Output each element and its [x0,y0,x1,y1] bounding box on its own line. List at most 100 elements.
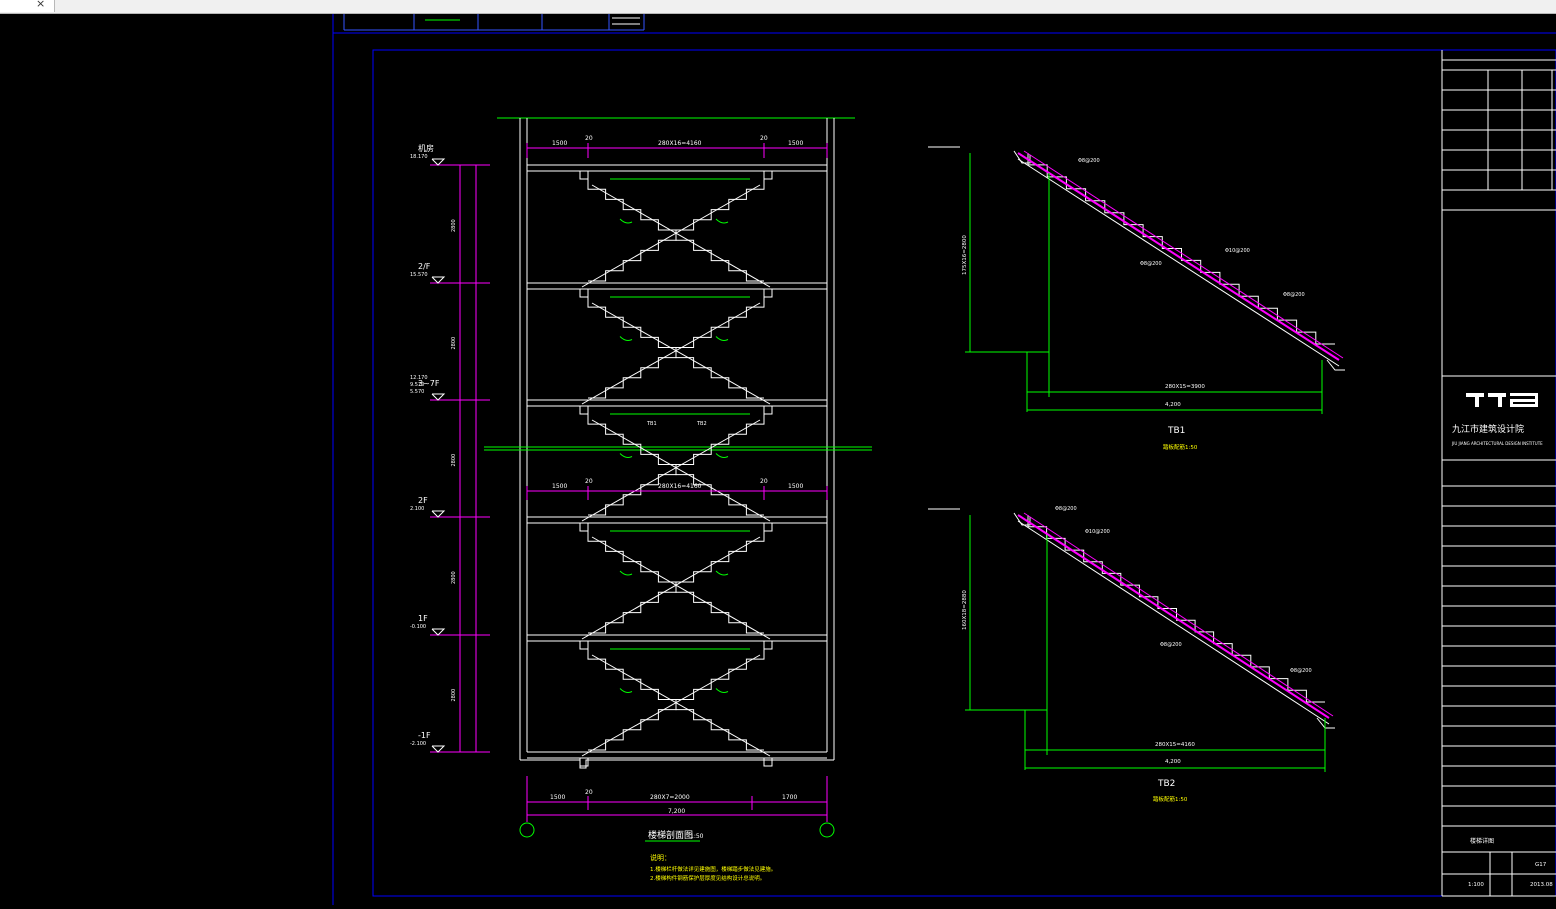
tb2-rebar-1: Φ8@200 [1055,506,1077,512]
steps [1027,153,1335,345]
stair-slab [591,302,771,405]
landing-beam [579,641,589,650]
rebar-tag [619,218,633,224]
steps [1027,515,1325,703]
level-name: -1F [418,731,431,740]
tb2-height-dim: 160X18=2880 [962,590,968,630]
document-tab[interactable]: × [0,0,55,12]
dim-top-3: 280X16=4160 [658,140,702,147]
level-elev: -0.100 [410,624,426,630]
landing-beam [579,406,589,415]
note-1: 1.楼梯栏杆做法详见建施图，楼梯踏步做法见建施。 [650,865,776,873]
level-name: 2F [418,496,428,505]
tb1-rebar-1: Φ8@200 [1078,158,1100,164]
drawing-name: 楼梯详图 [1470,837,1494,845]
rebar-tag [619,453,633,458]
level-name: 1F [418,614,428,623]
level-elev: 18.170 [410,154,428,160]
tb1-detail: TB1 踏板配筋1:50 280X15=3900 4,200 175X16=28… [928,146,1345,451]
landing-beam [579,523,589,532]
stair-label-tb1: TB1 [646,421,657,427]
landing-beam [763,523,773,532]
level-elev: -2.100 [410,741,426,747]
drawing-date: 2013.08 [1530,882,1553,888]
main-rebar [1017,514,1330,719]
height-dim: 2800 [451,454,457,467]
landing-beam [579,171,589,180]
firm-logo [1466,393,1538,407]
level-elev: 5.570 [410,389,424,395]
tb2-rebar-2: Φ10@200 [1085,529,1110,535]
tb2-detail: TB2 踏板配筋1:50 280X15=4160 4,200 160X18=28… [928,506,1335,803]
dim-mid-4: 20 [760,478,768,485]
level-mark [431,510,446,518]
dim-mid-5: 1500 [788,483,803,490]
stair-label-tb2: TB2 [696,421,707,427]
level-elev: 12.170 [410,375,428,381]
level-mark [431,393,446,401]
height-dim: 2800 [451,337,457,350]
stair-slab [581,184,761,288]
slab-bottom [1017,158,1340,367]
firm-name-en: JIU JIANG ARCHITECTURAL DESIGN INSTITUTE [1451,441,1543,446]
tb2-rebar-3: Φ8@200 [1160,642,1182,648]
tb2-rebar-4: Φ8@200 [1290,668,1312,674]
stair-slab [591,536,771,640]
dim-mid-2: 20 [585,478,593,485]
height-dim: 2800 [451,219,457,232]
tb1-total: 4,200 [1165,402,1181,408]
rebar-tag [619,336,633,341]
main-rebar [1017,152,1340,361]
dim-top-5: 1500 [788,140,803,147]
stair-flight [588,414,765,516]
close-icon[interactable]: × [36,0,45,10]
height-dim: 2800 [451,689,457,702]
document-tab-bar: × [0,0,1556,14]
tb1-scale: 踏板配筋1:50 [1163,443,1198,451]
section-title: 楼梯剖面图 [648,829,693,841]
sheet-number: G17 [1535,862,1547,868]
stair-flight [588,531,765,634]
landing-beam [763,758,773,767]
section-scale: 1:50 [690,833,704,840]
rebar-tag [619,570,633,576]
drawing-svg: 机房18.17028002/F15.57028003~7F12.1709.570… [332,14,1556,905]
landing-beam [763,289,773,298]
cad-drawing-canvas[interactable]: 机房 18.170 2800 2/F 15.570 2800 3~7F 12.170 9.570… [0,14,1556,905]
end-beam [1316,717,1335,729]
dim-top-1: 1500 [552,140,567,147]
level-mark [431,745,446,753]
stair-flight [588,649,765,751]
level-name: 2/F [418,262,431,271]
landing-beam [579,289,589,298]
dim-top-2: 20 [585,135,593,142]
stair-slab [591,419,771,522]
slab-bottom [1017,520,1330,725]
stair-slab [581,302,761,405]
level-mark [431,628,446,636]
level-mark [431,158,446,166]
stair-slab [581,654,761,757]
rebar-tag [619,688,633,693]
landing-beam [763,171,773,180]
stair-slab [591,184,771,288]
tb2-total: 4,200 [1165,759,1181,765]
dim-bottom-2: 20 [585,789,593,796]
tb1-rebar-4: Φ8@200 [1283,292,1305,298]
landing-beam [763,406,773,415]
stair-section: 机房18.17028002/F15.57028003~7F12.1709.570… [410,117,872,882]
tb2-scale: 踏板配筋1:50 [1153,795,1188,803]
level-elev: 2.100 [410,506,424,512]
end-beam [1326,359,1345,371]
landing-beam [579,758,589,767]
tb2-label: TB2 [1157,779,1175,789]
height-dim: 2800 [451,571,457,584]
tb1-rebar-3: Φ8@200 [1140,261,1162,267]
top-rebar [1023,150,1344,359]
sheet-frames [332,14,1556,905]
rebar-tag [715,688,729,693]
tb1-run-dim: 280X15=3900 [1165,384,1205,390]
dim-bottom-1: 1500 [550,794,565,801]
level-name: 机房 [418,143,434,153]
rebar-tag [715,336,729,341]
